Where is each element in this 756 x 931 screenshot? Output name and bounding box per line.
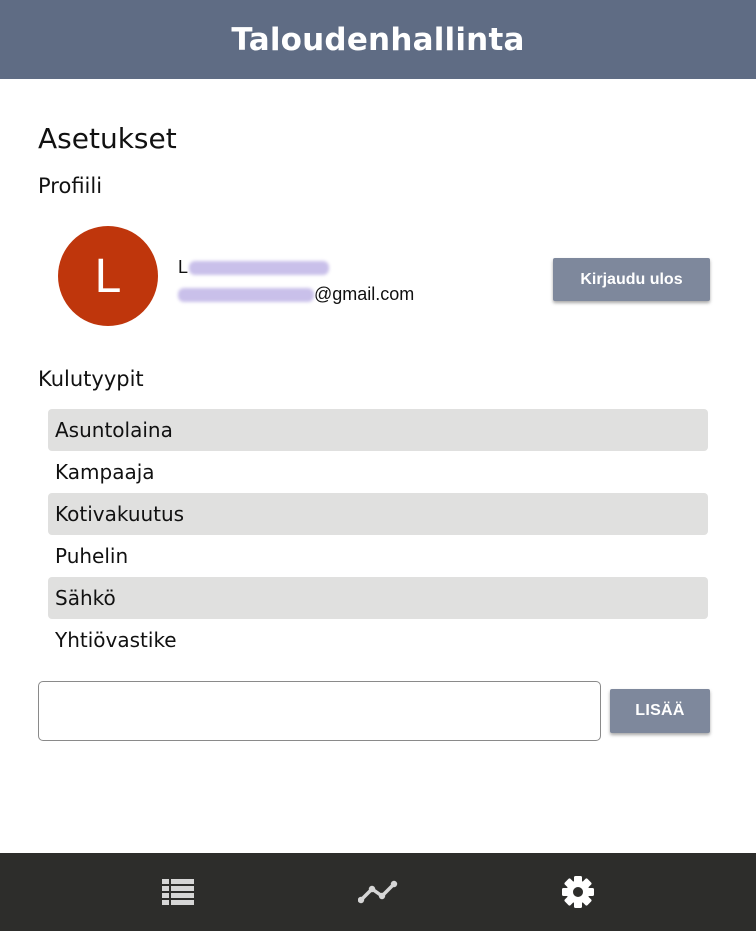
bottom-nav xyxy=(0,853,756,931)
expense-types-title: Kulutyypit xyxy=(38,367,144,391)
expense-type-item[interactable]: Asuntolaina xyxy=(48,409,708,451)
redacted-name xyxy=(189,261,330,276)
redacted-email xyxy=(178,288,314,303)
app-title: Taloudenhallinta xyxy=(231,21,525,58)
profile-email: @gmail.com xyxy=(178,284,414,305)
list-icon xyxy=(162,879,194,905)
expense-type-item[interactable]: Kotivakuutus xyxy=(48,493,708,535)
chart-line-icon xyxy=(358,880,398,904)
page-title: Asetukset xyxy=(38,122,177,155)
gear-icon xyxy=(562,876,594,908)
profile-name: L xyxy=(178,257,330,278)
app-header: Taloudenhallinta xyxy=(0,0,756,79)
nav-list-button[interactable] xyxy=(158,853,198,931)
profile-email-domain: @gmail.com xyxy=(314,284,415,304)
expense-type-item[interactable]: Kampaaja xyxy=(48,451,708,493)
logout-button[interactable]: Kirjaudu ulos xyxy=(553,258,710,301)
profile-section-title: Profiili xyxy=(38,174,103,198)
add-button[interactable]: LISÄÄ xyxy=(610,689,710,733)
profile-name-initial: L xyxy=(178,257,189,277)
avatar: L xyxy=(58,226,158,326)
expense-type-item[interactable]: Puhelin xyxy=(48,535,708,577)
nav-chart-button[interactable] xyxy=(356,853,400,931)
nav-settings-button[interactable] xyxy=(558,853,598,931)
expense-type-item[interactable]: Sähkö xyxy=(48,577,708,619)
expense-type-item[interactable]: Yhtiövastike xyxy=(48,619,708,661)
expense-type-list: Asuntolaina Kampaaja Kotivakuutus Puheli… xyxy=(48,409,708,661)
new-expense-type-input[interactable] xyxy=(38,681,601,741)
